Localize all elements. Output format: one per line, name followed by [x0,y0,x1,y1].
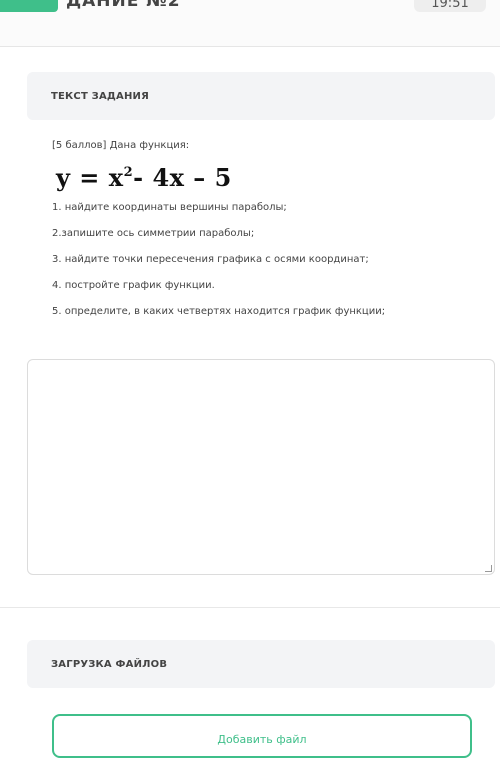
task-body: [5 баллов] Дана функция: y = x2- 4x – 5 … [52,140,492,332]
formula-base: x [108,163,124,192]
task-item: 1. найдите координаты вершины параболы; [52,202,287,213]
formula-rest: - 4x – 5 [133,163,232,192]
add-file-button[interactable]: Добавить файл [52,714,472,758]
formula-exponent: 2 [123,165,134,180]
task-text-label: ТЕКСТ ЗАДАНИЯ [51,91,149,102]
formula-lhs: y = [56,163,109,192]
task-list: 1. найдите координаты вершины параболы; … [52,202,492,318]
back-tab[interactable] [0,0,58,12]
task-item: 4. постройте график функции. [52,280,215,291]
timer-badge: 19:51 [414,0,486,12]
file-upload-label: ЗАГРУЗКА ФАЙЛОВ [51,659,168,670]
task-item: 3. найдите точки пересечения графика с о… [52,254,369,265]
resize-handle-icon[interactable] [485,565,492,572]
answer-textarea[interactable] [27,359,495,575]
top-bar: ДАНИЕ №2 19:51 [0,0,500,47]
section-divider [0,607,500,608]
task-item: 5. определите, в каких четвертях находит… [52,306,386,317]
task-text-header: ТЕКСТ ЗАДАНИЯ [27,72,495,120]
task-intro: [5 баллов] Дана функция: [52,140,190,151]
function-formula: y = x2- 4x – 5 [56,163,492,192]
task-item: 2.запишите ось симметрии параболы; [52,228,255,239]
page-title: ДАНИЕ №2 [66,0,181,11]
file-upload-header: ЗАГРУЗКА ФАЙЛОВ [27,640,495,688]
